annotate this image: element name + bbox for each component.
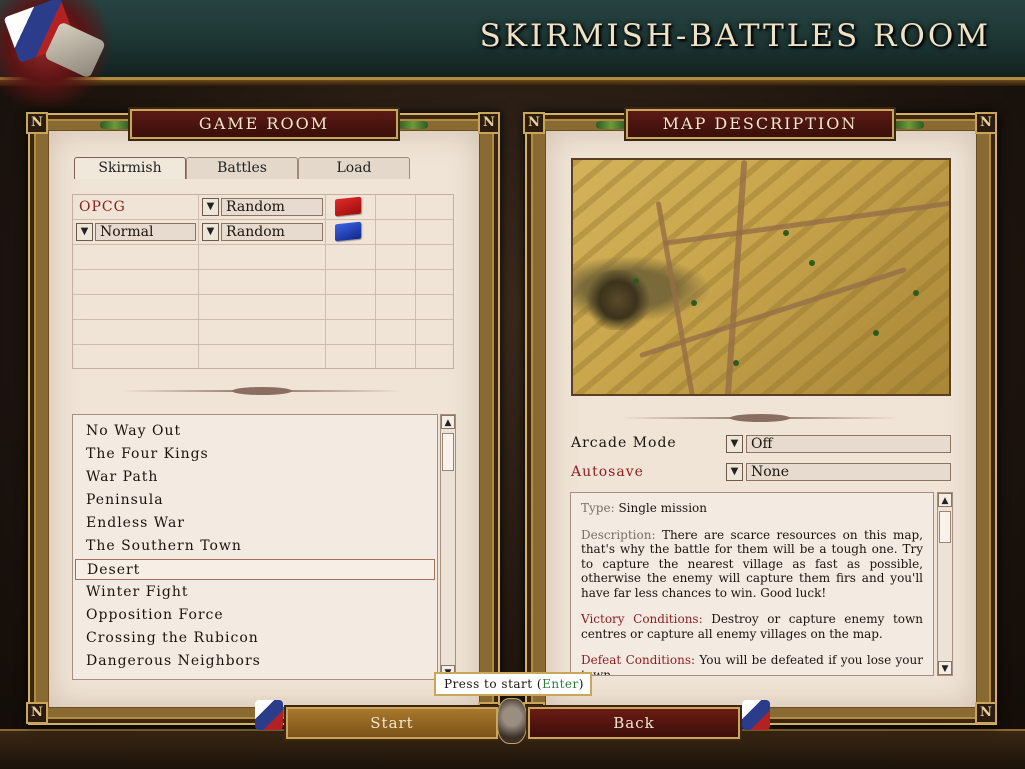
list-item[interactable]: Winter Fight [75,582,435,603]
difficulty-field[interactable]: Normal [95,223,196,241]
map-road [664,199,949,246]
corner-ornament-icon: N [26,112,48,134]
scroll-up-icon[interactable]: ▲ [938,493,952,507]
arcade-mode-dropdown-button[interactable]: ▼ [726,435,743,453]
tricolor-flag-icon [255,700,283,730]
divider-ornament-icon [730,414,790,422]
arcade-mode-field[interactable]: Off [746,435,951,453]
mode-tabs: Skirmish Battles Load [74,157,410,179]
map-road [655,201,696,394]
list-item[interactable]: Crossing the Rubicon [75,628,435,649]
laurel-ornament-icon [398,121,428,129]
player-flag-icon[interactable] [335,196,361,217]
list-item[interactable]: Dangerous Neighbors [75,651,435,672]
list-item[interactable]: The Southern Town [75,536,435,557]
map-tree-icon [783,230,789,236]
empty-player-slot[interactable] [73,270,453,295]
map-list[interactable]: No Way Out The Four Kings War Path Penin… [72,414,438,680]
tricolor-flag-icon [742,700,770,730]
tooltip-prefix: Press to start ( [444,677,543,691]
start-button[interactable]: Start [286,707,498,739]
difficulty-dropdown-button[interactable]: ▼ [76,223,93,241]
scroll-thumb[interactable] [442,433,454,471]
map-tree-icon [873,330,879,336]
scroll-thumb[interactable] [939,511,951,543]
list-item[interactable]: Peninsula [75,490,435,511]
empty-player-slot[interactable] [73,345,453,370]
nation-dropdown-button[interactable]: ▼ [202,223,219,241]
defeat-line: Defeat Conditions: You will be defeated … [581,653,923,675]
empty-player-slot[interactable] [73,320,453,345]
chevron-down-icon: ▼ [80,226,89,237]
autosave-dropdown-button[interactable]: ▼ [726,463,743,481]
empty-player-slot[interactable] [73,245,453,270]
nation-field[interactable]: Random [221,198,323,216]
type-value: Single mission [618,501,707,515]
description-scrollbar[interactable]: ▲ ▼ [937,492,953,676]
victory-label: Victory Conditions: [581,612,703,626]
corner-ornament-icon: N [523,112,545,134]
corner-ornament-icon: N [478,112,500,134]
tab-load[interactable]: Load [298,157,410,179]
top-bar: SKIRMISH-BATTLES ROOM [0,0,1025,86]
laurel-ornament-icon [100,121,130,129]
screen-title: SKIRMISH-BATTLES ROOM [479,18,991,54]
list-item[interactable]: The Four Kings [75,444,435,465]
player-row: OPCG ▼ Random [73,195,453,220]
map-tree-icon [691,300,697,306]
chevron-down-icon: ▼ [206,201,215,212]
divider-ornament-icon [232,387,292,395]
tab-battles[interactable]: Battles [186,157,298,179]
tooltip-key: Enter [542,677,579,691]
autosave-field[interactable]: None [746,463,951,481]
map-description-text: Type: Single mission Description: There … [570,492,934,676]
laurel-ornament-icon [894,121,924,129]
nation-dropdown-button[interactable]: ▼ [202,198,219,216]
list-item[interactable]: War Path [75,467,435,488]
chevron-down-icon: ▼ [730,466,739,477]
empty-player-slot[interactable] [73,295,453,320]
tooltip-suffix: ) [578,677,584,691]
chevron-down-icon: ▼ [730,438,739,449]
scroll-down-icon[interactable]: ▼ [938,661,952,675]
start-tooltip: Press to start (Enter) [434,672,592,696]
back-button[interactable]: Back [528,707,740,739]
laurel-ornament-icon [596,121,626,129]
list-item[interactable]: Endless War [75,513,435,534]
player-row: ▼ Normal ▼ Random [73,220,453,245]
skull-emblem-icon [497,698,527,744]
map-preview [571,158,951,396]
arcade-mode-label: Arcade Mode [571,435,677,451]
game-room-title: GAME ROOM [130,109,398,139]
description-line: Description: There are scarce resources … [581,528,923,601]
list-item[interactable]: No Way Out [75,421,435,442]
tab-skirmish[interactable]: Skirmish [74,157,186,179]
corner-ornament-icon: N [975,702,997,724]
crest-emblem-icon [0,0,115,110]
description-label: Description: [581,527,656,542]
defeat-label: Defeat Conditions: [581,653,696,667]
player-flag-icon[interactable] [335,221,361,242]
autosave-label: Autosave [571,464,644,480]
list-item-selected[interactable]: Desert [75,559,435,580]
player-name: OPCG [79,199,126,215]
corner-ornament-icon: N [26,702,48,724]
players-table: OPCG ▼ Random ▼ Normal ▼ Random [72,194,454,369]
chevron-down-icon: ▼ [206,226,215,237]
scroll-up-icon[interactable]: ▲ [441,415,455,429]
map-description-title: MAP DESCRIPTION [626,109,894,139]
map-tree-icon [809,260,815,266]
map-tree-icon [733,360,739,366]
map-village-icon [583,270,653,330]
type-line: Type: Single mission [581,501,923,516]
map-tree-icon [913,290,919,296]
map-list-scrollbar[interactable]: ▲ ▼ [440,414,456,680]
type-label: Type: [581,501,615,515]
victory-line: Victory Conditions: Destroy or capture e… [581,612,923,641]
nation-field[interactable]: Random [221,223,323,241]
corner-ornament-icon: N [975,112,997,134]
map-tree-icon [633,278,639,284]
list-item[interactable]: Opposition Force [75,605,435,626]
